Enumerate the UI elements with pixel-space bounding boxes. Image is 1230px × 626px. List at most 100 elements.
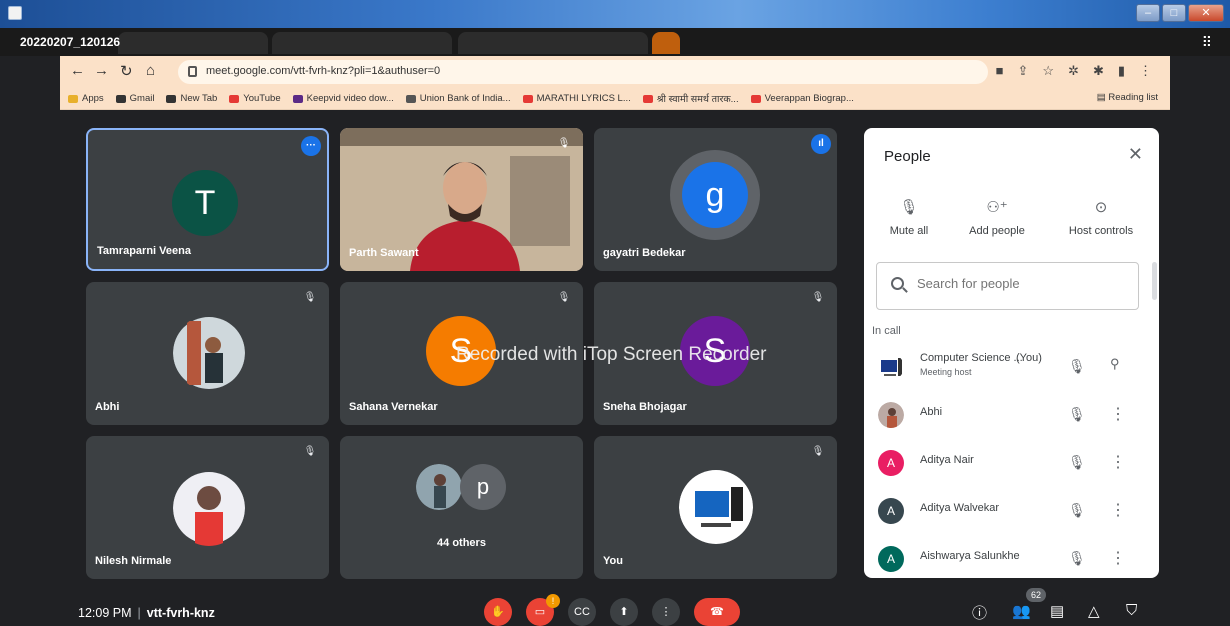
participant-row[interactable]: A Aditya Walvekar 🎙︎ ⋮: [878, 496, 1148, 528]
more-options-button[interactable]: ⋮: [652, 598, 680, 626]
browser-tab[interactable]: [272, 32, 452, 54]
browser-tab[interactable]: [458, 32, 648, 54]
bookmark-label: YouTube: [243, 93, 281, 104]
raise-hand-button[interactable]: ✋: [484, 598, 512, 626]
bookmark-item[interactable]: श्री स्वामी समर्थ तारक...: [642, 92, 739, 105]
participant-tile[interactable]: g ıl gayatri Bedekar: [594, 128, 837, 271]
participant-name: Tamraparni Veena: [97, 245, 191, 257]
mic-off-icon: 🎙︎: [557, 138, 571, 149]
bookmark-list: Apps Gmail New Tab YouTube Keepvid video dow…: [68, 92, 854, 105]
reading-list-button[interactable]: ▤ Reading list: [1097, 92, 1158, 103]
participant-row[interactable]: Computer Science ... (You) Meeting host …: [878, 352, 1148, 384]
add-people-button[interactable]: ⚇⁺ Add people: [952, 198, 1042, 237]
mic-off-icon[interactable]: 🎙︎: [1068, 502, 1086, 519]
mic-off-icon[interactable]: 🎙︎: [1068, 358, 1086, 375]
participant-row-name: Computer Science ...: [920, 352, 1023, 364]
participant-tile[interactable]: 🎙︎ Nilesh Nirmale: [86, 436, 329, 579]
close-panel-icon[interactable]: ✕: [1128, 144, 1143, 165]
star-icon[interactable]: ☆: [1042, 63, 1054, 79]
participant-photo: [173, 317, 245, 389]
meeting-control-bar: 12:09 PM | vtt-fvrh-knz ✋ ▭! CC ⬆ ⋮ ☎ ⓘ 👥 …: [60, 588, 1170, 626]
close-window-button[interactable]: ✕: [1188, 4, 1224, 22]
mic-off-icon[interactable]: 🎙︎: [1068, 550, 1086, 567]
new-tab-button[interactable]: [652, 32, 680, 54]
more-options-icon[interactable]: ⋮: [1110, 548, 1126, 568]
camera-warning-badge: !: [546, 594, 560, 608]
present-button[interactable]: ⬆: [610, 598, 638, 626]
mic-off-icon[interactable]: 🎙︎: [1068, 454, 1086, 471]
others-tile[interactable]: p 44 others: [340, 436, 583, 579]
bookmark-item[interactable]: YouTube: [229, 92, 281, 105]
participant-tile[interactable]: T ··· Tamraparni Veena: [86, 128, 329, 271]
self-photo: [679, 470, 753, 544]
mute-all-button[interactable]: 🎙︎ Mute all: [864, 198, 954, 237]
participant-row[interactable]: A Aditya Nair 🎙︎ ⋮: [878, 448, 1148, 480]
share-icon[interactable]: ⇪: [1017, 63, 1028, 79]
meeting-details-icon[interactable]: ⓘ: [972, 602, 987, 623]
participant-row[interactable]: A Aishwarya Salunkhe 🎙︎ ⋮: [878, 544, 1148, 576]
participant-name: gayatri Bedekar: [603, 247, 686, 259]
avatar: A: [878, 450, 904, 476]
mic-off-icon[interactable]: 🎙︎: [1068, 406, 1086, 423]
screen: – □ ✕ 20220207_120126 ⠿ ← → ↻ ⌂ meet.goo…: [0, 0, 1230, 626]
chat-icon[interactable]: ▤: [1050, 602, 1064, 620]
url-field[interactable]: meet.google.com/vtt-fvrh-knz?pli=1&authu…: [178, 60, 988, 84]
forward-icon[interactable]: →: [94, 62, 109, 79]
host-controls-button[interactable]: ⊙ Host controls: [1056, 198, 1146, 237]
bookmark-item[interactable]: Keepvid video dow...: [292, 92, 394, 105]
reload-icon[interactable]: ↻: [120, 62, 133, 80]
activities-icon[interactable]: △: [1088, 602, 1100, 620]
recorder-watermark: Recorded with iTop Screen Recorder: [456, 344, 767, 365]
more-options-icon[interactable]: ⋮: [1110, 500, 1126, 520]
captions-button[interactable]: CC: [568, 598, 596, 626]
camera-toggle-button[interactable]: ▭!: [526, 594, 560, 626]
maximize-button[interactable]: □: [1162, 4, 1186, 22]
bookmark-item[interactable]: Gmail: [115, 92, 154, 105]
search-input[interactable]: [917, 276, 1117, 291]
speaking-icon: ıl: [811, 134, 831, 154]
mic-off-icon: 🎙︎: [811, 446, 825, 457]
participant-row-name: Abhi: [920, 406, 943, 418]
people-icon[interactable]: 👥: [1012, 602, 1031, 620]
scrollbar[interactable]: [1152, 262, 1157, 300]
bookmark-icon: [750, 94, 761, 103]
minimize-button[interactable]: –: [1136, 4, 1160, 22]
participant-tile[interactable]: 🎙︎ Abhi: [86, 282, 329, 425]
home-icon[interactable]: ⌂: [146, 62, 155, 79]
avatar-ring: g: [670, 150, 760, 240]
more-options-icon[interactable]: ···: [301, 136, 321, 156]
people-panel: People ✕ 🎙︎ Mute all ⚇⁺ Add people ⊙ Hos…: [864, 128, 1159, 578]
leave-call-button[interactable]: ☎: [694, 598, 740, 626]
panel-title: People: [884, 148, 931, 165]
host-controls-icon[interactable]: ⛉: [1126, 602, 1137, 619]
bookmark-item[interactable]: Apps: [68, 92, 104, 105]
bookmark-label: Union Bank of India...: [419, 93, 511, 104]
bookmark-icon: [115, 94, 126, 103]
participant-row[interactable]: Abhi 🎙︎ ⋮: [878, 400, 1148, 432]
mic-off-icon: 🎙︎: [899, 199, 919, 216]
camera-indicator-icon[interactable]: ■: [996, 63, 1004, 79]
mic-off-icon: 🎙︎: [557, 292, 571, 303]
more-options-icon[interactable]: ⋮: [1110, 404, 1126, 424]
browser-tab[interactable]: [118, 32, 268, 54]
profile-icon[interactable]: ▮: [1118, 63, 1125, 79]
bookmark-icon: [642, 94, 653, 103]
self-tile[interactable]: 🎙︎ You: [594, 436, 837, 579]
bookmark-item[interactable]: New Tab: [166, 92, 217, 105]
pin-icon[interactable]: ⚲: [1110, 356, 1120, 372]
puzzle-icon[interactable]: ✱: [1093, 63, 1104, 79]
back-icon[interactable]: ←: [70, 62, 85, 79]
host-avatar: [881, 358, 902, 376]
bookmark-item[interactable]: Veerappan Biograp...: [750, 92, 854, 105]
participant-video-tile[interactable]: 🎙︎ Parth Sawant: [340, 128, 583, 271]
bookmark-item[interactable]: Union Bank of India...: [405, 92, 511, 105]
menu-icon[interactable]: ⋮: [1139, 63, 1152, 79]
toggle-icon: ⊙: [1094, 199, 1108, 216]
search-box[interactable]: [876, 262, 1139, 310]
grid-icon[interactable]: ⠿: [1202, 34, 1212, 51]
bookmark-icon: [68, 94, 78, 103]
bookmark-item[interactable]: MARATHI LYRICS L...: [522, 92, 631, 105]
app-icon: [8, 6, 22, 20]
extension-icon[interactable]: ✲: [1068, 63, 1079, 79]
more-options-icon[interactable]: ⋮: [1110, 452, 1126, 472]
